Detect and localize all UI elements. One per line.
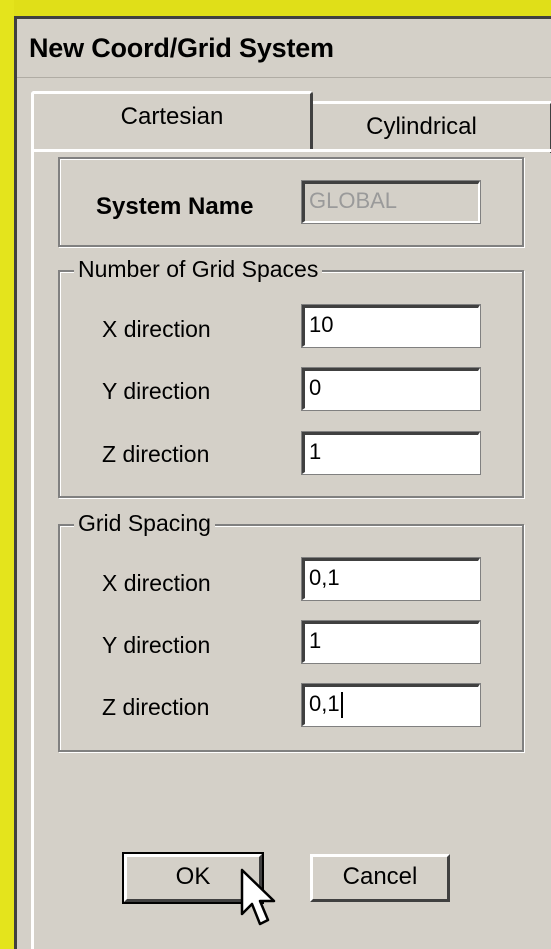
title-bar[interactable]: New Coord/Grid System xyxy=(17,19,551,78)
tab-cartesian-label: Cartesian xyxy=(120,103,224,130)
mouse-pointer-icon xyxy=(240,868,276,926)
desktop-background-strip xyxy=(0,0,14,949)
window-title: New Coord/Grid System xyxy=(29,33,334,63)
tab-cartesian[interactable]: Cartesian xyxy=(31,91,313,149)
dialog-window: New Coord/Grid System Cartesian Cylindri… xyxy=(14,16,551,949)
tab-cylindrical-label: Cylindrical xyxy=(366,113,477,140)
tab-panel xyxy=(31,149,551,949)
tab-cylindrical[interactable]: Cylindrical xyxy=(313,101,551,153)
